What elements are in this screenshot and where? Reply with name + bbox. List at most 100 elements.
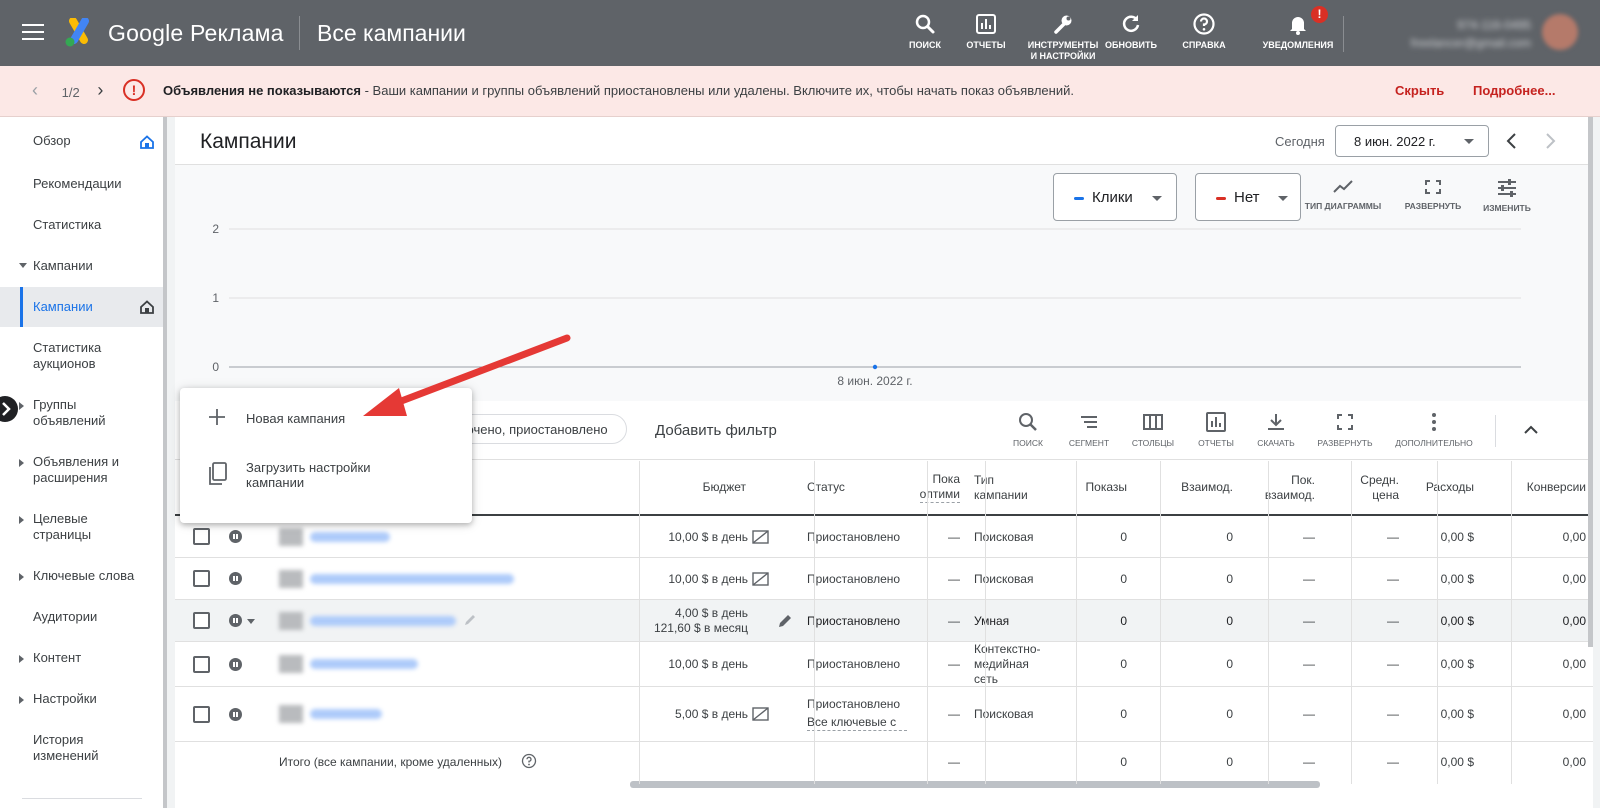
columns-button[interactable]: СТОЛБЦЫ	[1120, 411, 1186, 448]
table-row[interactable]: 10,00 $ в день Приостановлено — Поискова…	[175, 558, 1593, 600]
status-detail-value[interactable]: Все ключевые с	[807, 715, 907, 731]
campaign-name-link[interactable]	[310, 659, 418, 669]
metric-2-selector[interactable]: Нет	[1195, 173, 1301, 221]
budget-limited-icon[interactable]	[752, 572, 769, 586]
campaign-type-value: сеть	[974, 672, 999, 686]
column-header-budget[interactable]: Бюджет	[630, 461, 746, 514]
collapse-sidebar-button[interactable]	[0, 396, 18, 422]
horizontal-scrollbar[interactable]	[630, 781, 1320, 788]
notifications-button[interactable]: ! УВЕДОМЛЕНИЯ	[1260, 6, 1336, 51]
date-picker[interactable]: 8 июн. 2022 г.	[1335, 125, 1489, 157]
column-header-optimization[interactable]: Пока оптими	[910, 461, 960, 514]
budget-monthly-value: 121,60 $ в месяц	[653, 621, 748, 635]
home-icon[interactable]	[140, 300, 154, 314]
campaign-name-link[interactable]	[310, 709, 382, 719]
chart-type-button[interactable]: ТИП ДИАГРАММЫ	[1303, 179, 1383, 211]
segment-button[interactable]: СЕГМЕНТ	[1056, 411, 1122, 448]
metric-1-selector[interactable]: Клики	[1053, 173, 1177, 221]
expand-table-button[interactable]: РАЗВЕРНУТЬ	[1312, 411, 1378, 448]
sidebar-item-change-history[interactable]: История изменений	[0, 732, 166, 768]
account-info[interactable]: 974-116-0495 freelancer@gmail.com	[1356, 16, 1531, 52]
sidebar-item-content[interactable]: Контент	[0, 650, 166, 672]
sidebar-item-settings[interactable]: Настройки	[0, 691, 166, 713]
sidebar-item-auction-insights[interactable]: Статистика аукционов	[0, 340, 166, 376]
campaign-name-link[interactable]	[310, 616, 456, 626]
row-checkbox[interactable]	[193, 706, 210, 723]
sidebar-item-keywords[interactable]: Ключевые слова	[0, 568, 166, 590]
more-button[interactable]: ДОПОЛНИТЕЛЬНО	[1392, 411, 1476, 448]
column-header-interactions[interactable]: Взаимод.	[1137, 461, 1233, 514]
interactions-value: 0	[1226, 530, 1233, 544]
expand-icon	[19, 696, 24, 704]
column-header-campaign-type[interactable]: Тип кампании	[974, 461, 1054, 514]
sidebar-item-campaigns-group[interactable]: Кампании	[0, 258, 166, 280]
campaign-name-link[interactable]	[310, 574, 514, 584]
refresh-tool-button[interactable]: ОБНОВИТЬ	[1093, 12, 1169, 51]
header-line: цена	[1372, 487, 1399, 502]
campaign-name-link[interactable]	[310, 532, 390, 542]
sidebar-item-audiences[interactable]: Аудитории	[0, 609, 166, 631]
budget-limited-icon[interactable]	[752, 707, 769, 721]
paused-status-icon[interactable]	[229, 708, 242, 721]
column-header-cost[interactable]: Расходы	[1409, 461, 1474, 514]
chevron-up-icon[interactable]	[1522, 421, 1540, 439]
row-checkbox[interactable]	[193, 570, 210, 587]
column-header-interaction-rate[interactable]: Пок. взаимод.	[1243, 461, 1315, 514]
sidebar-item-campaigns[interactable]: Кампании	[0, 287, 166, 327]
sidebar-item-statistics[interactable]: Статистика	[0, 217, 166, 239]
menu-icon[interactable]	[22, 24, 44, 42]
sidebar-item-overview[interactable]: Обзор	[0, 133, 166, 155]
chevron-right-icon[interactable]	[1541, 131, 1559, 151]
more-link[interactable]: Подробнее...	[1473, 83, 1555, 98]
sidebar-item-landing-pages[interactable]: Целевые страницы	[0, 511, 166, 547]
column-header-status[interactable]: Статус	[807, 461, 907, 514]
sidebar-item-ad-groups[interactable]: Группы объявлений	[0, 397, 166, 433]
top-bar: Google Реклама Все кампании ПОИСК ОТЧЕТЫ…	[0, 0, 1600, 66]
row-checkbox[interactable]	[193, 528, 210, 545]
column-header-avg-cost[interactable]: Средн. цена	[1325, 461, 1399, 514]
paused-status-icon[interactable]	[229, 530, 242, 543]
table-search-button[interactable]: ПОИСК	[995, 411, 1061, 448]
paused-status-icon[interactable]	[229, 658, 242, 671]
table-row[interactable]: 10,00 $ в день Приостановлено — Контекст…	[175, 642, 1593, 687]
edit-budget-icon[interactable]	[777, 613, 793, 629]
help-icon[interactable]	[521, 753, 537, 769]
home-icon[interactable]	[140, 135, 154, 149]
sidebar-item-recommendations[interactable]: Рекомендации	[0, 176, 166, 198]
column-header-conversions[interactable]: Конверсии	[1484, 461, 1586, 514]
hide-link[interactable]: Скрыть	[1395, 83, 1444, 98]
column-divider	[1076, 461, 1077, 784]
chevron-left-icon[interactable]	[1503, 131, 1521, 151]
help-tool-button[interactable]: СПРАВКА	[1166, 12, 1242, 51]
reports-button[interactable]: ОТЧЕТЫ	[1183, 411, 1249, 448]
chevron-right-icon[interactable]: ›	[97, 80, 111, 101]
expand-chart-button[interactable]: РАЗВЕРНУТЬ	[1393, 179, 1473, 211]
reports-tool-button[interactable]: ОТЧЕТЫ	[948, 12, 1024, 51]
table-row[interactable]: 5,00 $ в день Приостановлено Все ключевы…	[175, 687, 1593, 742]
column-header-impressions[interactable]: Показы	[1055, 461, 1127, 514]
edit-name-icon[interactable]	[463, 613, 477, 627]
add-filter-button[interactable]: Добавить фильтр	[655, 422, 777, 439]
paused-status-icon[interactable]	[229, 614, 242, 627]
avg-cost-total: —	[1387, 755, 1399, 769]
chevron-left-icon[interactable]: ‹	[32, 80, 46, 101]
budget-limited-icon[interactable]	[752, 530, 769, 544]
interaction-rate-value: —	[1303, 530, 1315, 544]
edit-chart-button[interactable]: ИЗМЕНИТЬ	[1467, 179, 1547, 213]
header-line: кампании	[974, 487, 1028, 502]
tools-settings-button[interactable]: ИНСТРУМЕНТЫ И НАСТРОЙКИ	[1024, 12, 1102, 62]
row-checkbox[interactable]	[193, 656, 210, 673]
expand-icon	[19, 573, 24, 581]
avatar[interactable]	[1542, 14, 1578, 50]
vertical-scrollbar[interactable]	[1588, 117, 1593, 647]
status-dropdown-icon[interactable]	[247, 619, 255, 624]
download-button[interactable]: СКАЧАТЬ	[1243, 411, 1309, 448]
sidebar-item-ads-extensions[interactable]: Объявления и расширения	[0, 454, 166, 490]
alert-pager: ‹ 1/2 ›	[32, 80, 111, 101]
upload-campaign-settings-item[interactable]: Загрузить настройки кампании	[180, 458, 472, 498]
tool-label: ОТЧЕТЫ	[966, 40, 1006, 50]
paused-status-icon[interactable]	[229, 572, 242, 585]
row-checkbox[interactable]	[193, 612, 210, 629]
table-row[interactable]: 4,00 $ в день 121,60 $ в месяц Приостано…	[175, 600, 1593, 642]
sidebar-scrollbar[interactable]	[163, 117, 167, 808]
